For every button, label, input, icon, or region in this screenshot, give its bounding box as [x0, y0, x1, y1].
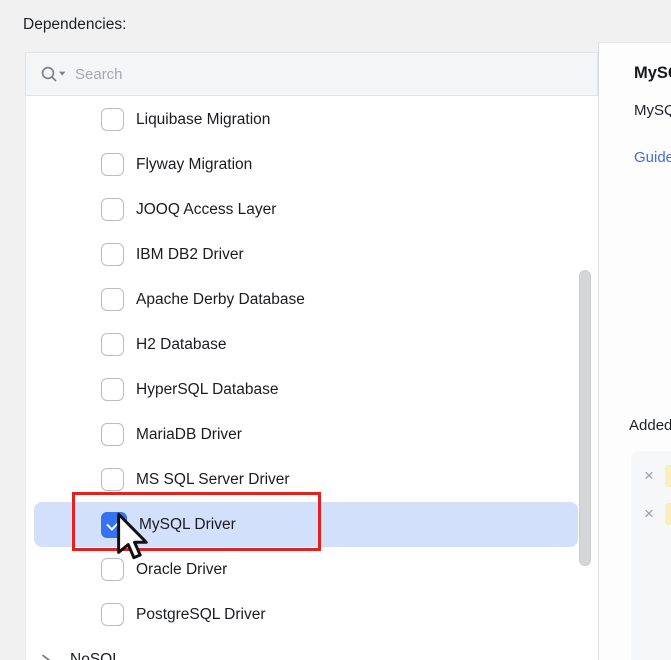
added-dependency-chip: [665, 503, 671, 525]
details-panel: MySQL Driver MySQL JDBC driver Guides Ad…: [598, 42, 671, 660]
dependency-label: Flyway Migration: [136, 156, 252, 174]
dependency-label: H2 Database: [136, 336, 226, 354]
dependency-list: Liquibase Migration Flyway Migration JOO…: [26, 96, 598, 637]
dependency-label: Oracle Driver: [136, 561, 227, 579]
chevron-right-icon[interactable]: [39, 653, 53, 660]
checkbox[interactable]: [101, 423, 124, 446]
checkbox[interactable]: [101, 558, 124, 581]
dependency-row[interactable]: PostgreSQL Driver: [26, 592, 598, 637]
dependency-row[interactable]: MS SQL Server Driver: [26, 457, 598, 502]
dependency-label: PostgreSQL Driver: [136, 606, 266, 624]
dependencies-heading: Dependencies:: [23, 16, 126, 34]
dependency-label: MariaDB Driver: [136, 426, 242, 444]
dependency-row[interactable]: JOOQ Access Layer: [26, 187, 598, 232]
dependency-label: HyperSQL Database: [136, 381, 278, 399]
detail-description: MySQL JDBC driver: [634, 102, 671, 119]
added-dependencies-heading: Added dependencies: [629, 417, 671, 434]
dependencies-dialog: Dependencies: Liquibase Migration Flyway…: [0, 0, 671, 660]
group-label: NoSQL: [70, 651, 121, 660]
dependency-row[interactable]: Apache Derby Database: [26, 277, 598, 322]
added-dependency-chip: [665, 465, 671, 487]
checkbox[interactable]: [101, 153, 124, 176]
checkbox[interactable]: [101, 198, 124, 221]
dependency-label: JOOQ Access Layer: [136, 201, 276, 219]
added-dependency-row: ×: [631, 457, 671, 495]
dependency-row[interactable]: MySQL Driver: [34, 502, 578, 547]
checkbox[interactable]: [101, 243, 124, 266]
dependency-row[interactable]: H2 Database: [26, 322, 598, 367]
added-dependencies-panel: × ×: [631, 451, 671, 660]
dependency-row[interactable]: Oracle Driver: [26, 547, 598, 592]
dependency-row[interactable]: Liquibase Migration: [26, 97, 598, 142]
dependency-label: IBM DB2 Driver: [136, 246, 244, 264]
remove-icon[interactable]: ×: [641, 468, 657, 484]
scrollbar-thumb[interactable]: [579, 270, 591, 566]
checkbox[interactable]: [101, 288, 124, 311]
search-bar[interactable]: [25, 52, 598, 96]
checkbox[interactable]: [101, 108, 124, 131]
dependency-label: Liquibase Migration: [136, 111, 270, 129]
search-input[interactable]: [69, 66, 597, 83]
added-dependency-row: ×: [631, 495, 671, 533]
dependency-row[interactable]: HyperSQL Database: [26, 367, 598, 412]
dependency-label: Apache Derby Database: [136, 291, 305, 309]
checkbox[interactable]: [101, 333, 124, 356]
search-icon[interactable]: [39, 64, 69, 84]
detail-title: MySQL Driver: [634, 64, 671, 83]
checkbox[interactable]: [101, 378, 124, 401]
guides-link[interactable]: Guides: [634, 149, 671, 166]
dependency-label: MS SQL Server Driver: [136, 471, 290, 489]
dependency-row[interactable]: IBM DB2 Driver: [26, 232, 598, 277]
checkbox[interactable]: [101, 468, 124, 491]
dependencies-list-panel: Liquibase Migration Flyway Migration JOO…: [25, 96, 598, 660]
remove-icon[interactable]: ×: [641, 506, 657, 522]
checkbox[interactable]: [101, 512, 127, 538]
group-row-nosql[interactable]: NoSQL: [26, 637, 598, 660]
dependency-label: MySQL Driver: [139, 516, 236, 534]
checkbox[interactable]: [101, 603, 124, 626]
dependency-row[interactable]: Flyway Migration: [26, 142, 598, 187]
dependency-row[interactable]: MariaDB Driver: [26, 412, 598, 457]
